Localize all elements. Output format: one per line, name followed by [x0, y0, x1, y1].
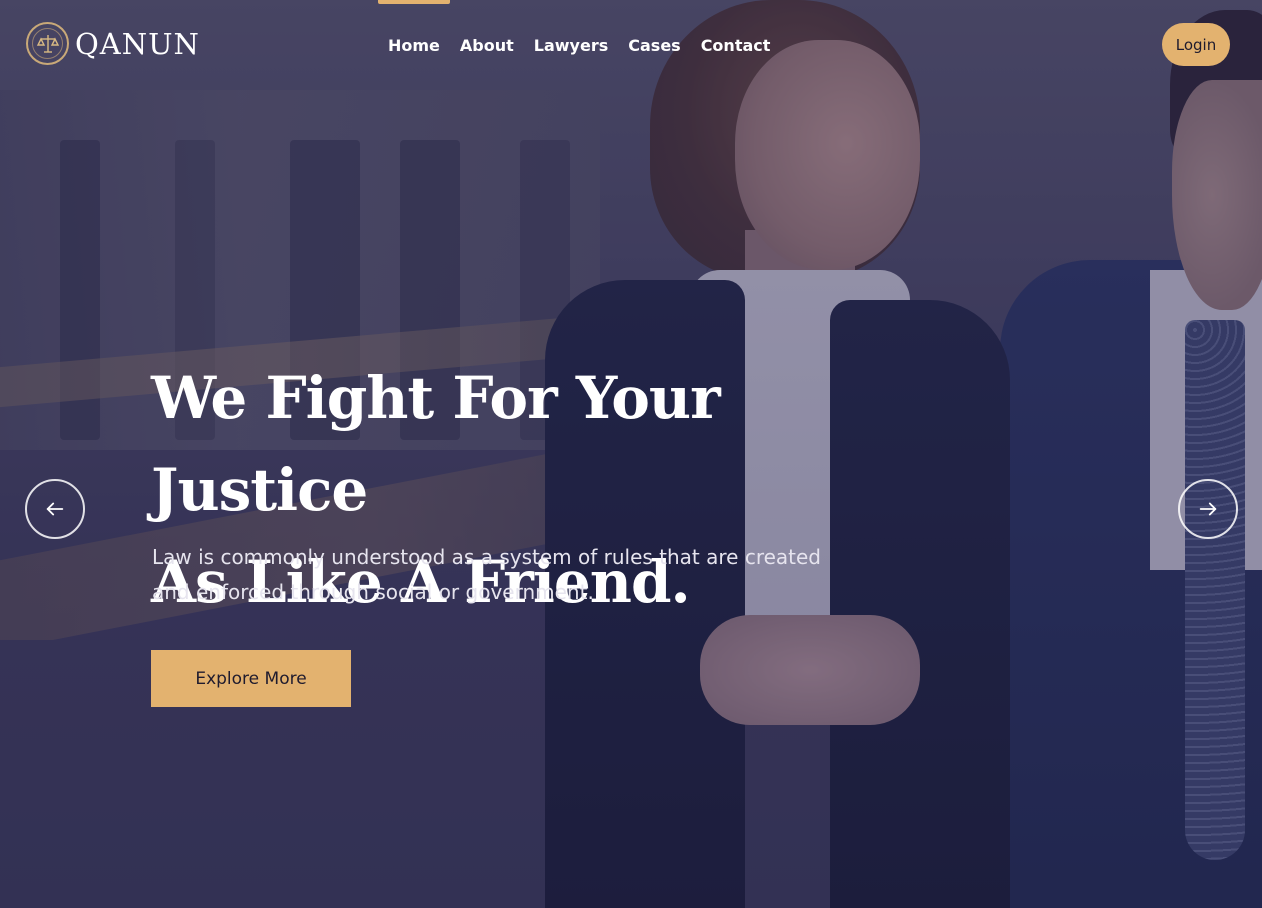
brand-logo[interactable]: QANUN [26, 22, 200, 65]
hero-subtext-line: and enforced through social or governmen… [152, 580, 594, 604]
explore-more-button[interactable]: Explore More [151, 650, 351, 707]
arrow-left-icon [46, 502, 64, 516]
nav-item-cases[interactable]: Cases [618, 0, 690, 90]
brand-name: QANUN [75, 26, 200, 61]
nav-item-home[interactable]: Home [378, 0, 450, 90]
nav-item-about[interactable]: About [450, 0, 524, 90]
nav-item-contact[interactable]: Contact [691, 0, 781, 90]
main-nav: Home About Lawyers Cases Contact [378, 0, 780, 90]
hero-headline-line: We Fight For Your Justice [151, 364, 721, 524]
scales-of-justice-icon [26, 22, 69, 65]
site-header: QANUN Home About Lawyers Cases Contact L… [0, 0, 1262, 90]
hero-subtext-line: Law is commonly understood as a system o… [152, 545, 822, 569]
login-button[interactable]: Login [1162, 23, 1230, 66]
hero-subtext: Law is commonly understood as a system o… [152, 540, 852, 610]
slider-prev-button[interactable] [25, 479, 85, 539]
nav-item-lawyers[interactable]: Lawyers [524, 0, 618, 90]
slider-next-button[interactable] [1178, 479, 1238, 539]
arrow-right-icon [1199, 502, 1217, 516]
